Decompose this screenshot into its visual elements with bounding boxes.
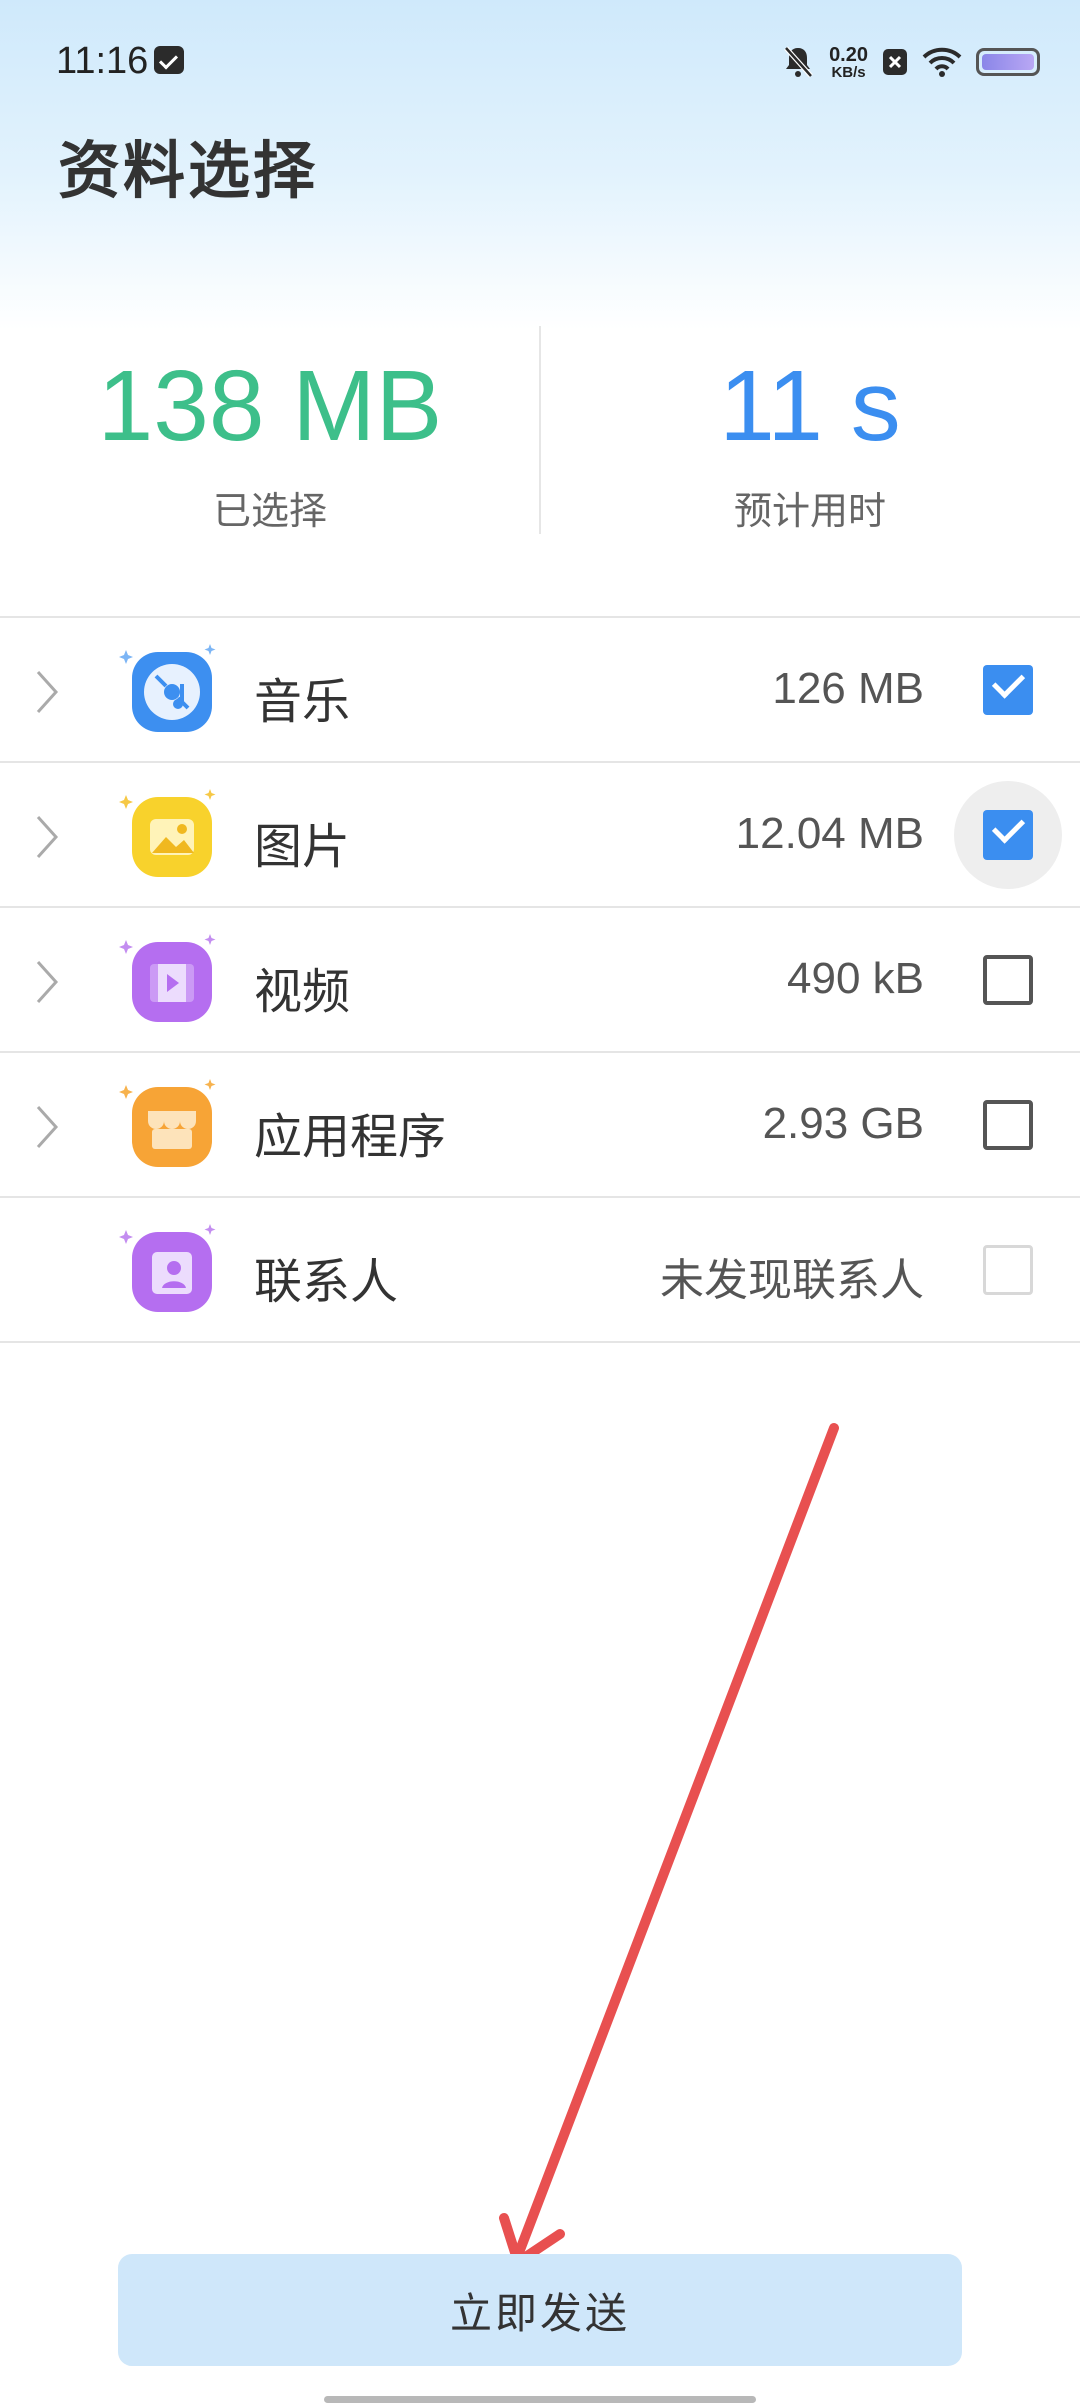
- selected-size-value: 138 MB: [97, 350, 443, 462]
- estimated-time-label: 预计用时: [733, 489, 886, 533]
- chevron-right-icon[interactable]: [32, 1103, 62, 1155]
- category-size: 12.04 MB: [735, 809, 924, 858]
- category-row-pictures[interactable]: 图片 12.04 MB: [0, 761, 1080, 906]
- category-row-apps[interactable]: 应用程序 2.93 GB: [0, 1051, 1080, 1196]
- estimated-time-stat: 11 s 预计用时: [540, 320, 1080, 535]
- selected-size-label: 已选择: [212, 489, 327, 533]
- category-checkbox-contacts: [983, 1245, 1033, 1295]
- page-title: 资料选择: [58, 134, 319, 207]
- category-checkbox-videos[interactable]: [983, 955, 1033, 1005]
- category-size: 126 MB: [772, 664, 924, 713]
- battery-icon: [976, 48, 1040, 76]
- category-row-music[interactable]: 音乐 126 MB: [0, 616, 1080, 761]
- picture-icon: [112, 781, 232, 891]
- mute-bell-icon: [781, 44, 815, 80]
- chevron-right-icon[interactable]: [32, 958, 62, 1010]
- send-now-button[interactable]: 立即发送: [118, 2254, 962, 2366]
- network-speed: 0.20 KB/s: [829, 43, 868, 81]
- category-row-contacts: 联系人 未发现联系人: [0, 1196, 1080, 1343]
- chevron-right-icon[interactable]: [32, 668, 62, 720]
- category-size: 2.93 GB: [762, 1099, 924, 1148]
- sim-off-icon: [882, 48, 908, 76]
- summary-divider: [539, 326, 541, 534]
- status-bar: 11:16 0.20 KB/s: [0, 0, 1080, 120]
- category-label: 视频: [254, 964, 351, 1020]
- category-checkbox-pictures[interactable]: [983, 810, 1033, 860]
- category-label: 联系人: [254, 1254, 399, 1310]
- category-row-videos[interactable]: 视频 490 kB: [0, 906, 1080, 1051]
- category-size: 490 kB: [787, 954, 924, 1003]
- status-time: 11:16: [56, 40, 149, 82]
- category-checkbox-apps[interactable]: [983, 1100, 1033, 1150]
- category-label: 应用程序: [254, 1109, 447, 1165]
- message-icon: [154, 46, 184, 74]
- home-indicator[interactable]: [324, 2396, 756, 2403]
- video-film-icon: [112, 926, 232, 1036]
- estimated-time-value: 11 s: [719, 350, 901, 462]
- wifi-icon: [922, 47, 962, 77]
- app-store-icon: [112, 1071, 232, 1181]
- music-disc-icon: [112, 636, 232, 746]
- category-label: 音乐: [254, 674, 351, 730]
- contacts-icon: [112, 1216, 232, 1326]
- chevron-right-icon[interactable]: [32, 813, 62, 865]
- category-label: 图片: [254, 819, 351, 875]
- selected-size-stat: 138 MB 已选择: [0, 320, 540, 535]
- category-size: 未发现联系人: [660, 1255, 924, 1306]
- category-checkbox-music[interactable]: [983, 665, 1033, 715]
- category-list: 音乐 126 MB 图片 12.04 MB 视频 490 kB 应用程序 2.9…: [0, 616, 1080, 1343]
